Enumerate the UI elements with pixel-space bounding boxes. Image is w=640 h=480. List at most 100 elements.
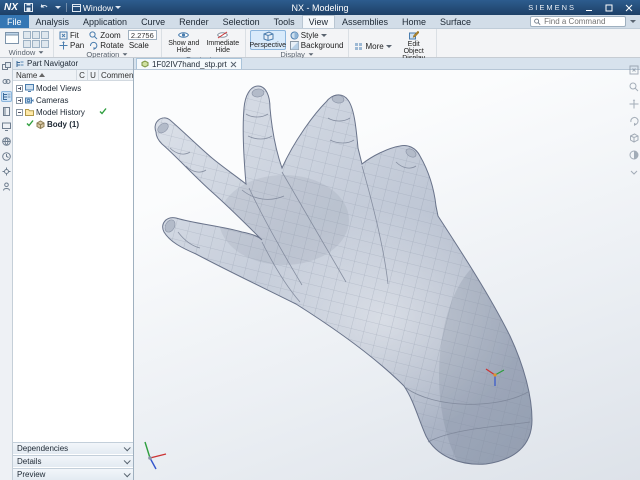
window-group-caret-icon	[39, 51, 44, 53]
reuse-library-icon[interactable]	[1, 106, 12, 117]
close-button[interactable]	[622, 2, 636, 13]
zoom-button[interactable]: Zoom	[88, 31, 125, 40]
undo-icon[interactable]	[39, 2, 50, 13]
web-browser-icon[interactable]	[1, 136, 12, 147]
expand-toolbar-icon[interactable]	[628, 166, 639, 177]
search-input[interactable]	[544, 17, 622, 26]
eye-slash-icon	[217, 31, 228, 39]
command-finder[interactable]	[530, 16, 626, 27]
chevron-down-icon	[124, 444, 131, 451]
save-icon[interactable]	[23, 2, 34, 13]
part-navigator-tree: Model Views Cameras Model History Body	[13, 81, 133, 441]
column-name[interactable]: Name	[13, 70, 77, 80]
edit-object-display-icon	[409, 31, 419, 40]
perspective-view-icon[interactable]	[628, 132, 639, 143]
tree-row-model-views[interactable]: Model Views	[13, 82, 133, 94]
tree-row-model-history[interactable]: Model History	[13, 106, 133, 118]
new-window-button[interactable]	[4, 30, 20, 48]
close-tab-icon[interactable]	[230, 61, 237, 68]
fit-button[interactable]: Fit	[58, 31, 85, 40]
zoom-icon[interactable]	[628, 81, 639, 92]
chevron-down-icon	[124, 470, 131, 477]
main-area: Part Navigator Name C U Comment Model Vi…	[0, 58, 640, 480]
minimize-ribbon-icon[interactable]	[630, 20, 636, 23]
preview-panel-header[interactable]: Preview	[13, 468, 133, 480]
perspective-cube-icon	[262, 31, 274, 41]
window-menu[interactable]: Window	[72, 3, 121, 13]
sort-ascending-icon	[39, 73, 45, 77]
tab-application[interactable]: Application	[76, 15, 134, 28]
tab-render[interactable]: Render	[172, 15, 216, 28]
column-comment[interactable]: Comment	[99, 71, 133, 80]
model-history-icon	[25, 108, 34, 116]
tab-analysis[interactable]: Analysis	[29, 15, 77, 28]
model-history-check-icon[interactable]	[99, 107, 107, 117]
tab-view[interactable]: View	[302, 15, 335, 28]
style-icon	[290, 31, 299, 40]
history-icon[interactable]	[1, 151, 12, 162]
part-navigator-icon[interactable]	[1, 91, 12, 102]
immediate-hide-button[interactable]: Immediate Hide	[205, 30, 241, 55]
titlebar-separator	[66, 3, 67, 12]
tree-row-body[interactable]: Body (1)	[13, 118, 133, 130]
part-file-tab[interactable]: 1F02IV7hand_stp.prt	[136, 58, 242, 69]
window-group-label[interactable]: Window	[4, 48, 49, 57]
details-panel-header[interactable]: Details	[13, 455, 133, 467]
hand-model	[134, 70, 640, 480]
window-layout-buttons[interactable]	[23, 31, 49, 48]
roles-icon[interactable]	[1, 181, 12, 192]
rotate-button[interactable]: Rotate	[88, 41, 125, 50]
show-and-hide-button[interactable]: Show and Hide	[166, 30, 202, 55]
column-c[interactable]: C	[77, 70, 88, 80]
process-studio-icon[interactable]	[1, 166, 12, 177]
collapse-icon[interactable]	[16, 109, 23, 116]
background-button[interactable]: Background	[289, 41, 345, 50]
tab-surface[interactable]: Surface	[433, 15, 478, 28]
rotate-icon	[89, 41, 98, 50]
style-button[interactable]: Style	[289, 31, 345, 40]
expand-icon[interactable]	[16, 97, 23, 104]
window-icon	[72, 4, 81, 12]
pan-button[interactable]: Pan	[58, 41, 85, 50]
view-triad	[145, 442, 166, 469]
ribbon-group-operation: Fit Pan Zoom Rotate	[54, 29, 162, 57]
scale-button[interactable]: Scale	[128, 41, 157, 50]
cameras-icon	[25, 96, 34, 104]
body-icon	[36, 120, 45, 129]
undo-dropdown-icon[interactable]	[55, 6, 61, 9]
dependencies-panel-header[interactable]: Dependencies	[13, 442, 133, 454]
nx-application-window: NX Window NX - Modeling SIEMENS File Ana…	[0, 0, 640, 480]
tab-tools[interactable]: Tools	[267, 15, 302, 28]
tab-selection[interactable]: Selection	[216, 15, 267, 28]
assembly-navigator-icon[interactable]	[1, 61, 12, 72]
pan-icon[interactable]	[628, 98, 639, 109]
shaded-view-icon[interactable]	[628, 149, 639, 160]
expand-icon[interactable]	[16, 85, 23, 92]
zoom-scale-value[interactable]: 2.2756	[128, 30, 157, 40]
chevron-down-icon	[124, 457, 131, 464]
perspective-button[interactable]: Perspective	[250, 30, 286, 50]
hd3d-tools-icon[interactable]	[1, 121, 12, 132]
graphics-window[interactable]: 1F02IV7hand_stp.prt	[134, 58, 640, 480]
pan-icon	[59, 41, 68, 50]
column-u[interactable]: U	[88, 70, 99, 80]
tab-assemblies[interactable]: Assemblies	[335, 15, 395, 28]
tab-home[interactable]: Home	[395, 15, 433, 28]
fit-view-icon[interactable]	[628, 64, 639, 75]
tab-curve[interactable]: Curve	[134, 15, 172, 28]
ribbon-empty-space	[437, 29, 640, 57]
part-navigator-panel: Part Navigator Name C U Comment Model Vi…	[13, 58, 134, 480]
maximize-button[interactable]	[602, 2, 616, 13]
rotate-icon[interactable]	[628, 115, 639, 126]
minimize-button[interactable]	[582, 2, 596, 13]
more-button[interactable]: More	[353, 42, 392, 51]
body-visibility-check-icon[interactable]	[26, 119, 34, 129]
tab-file[interactable]: File	[0, 15, 29, 28]
3d-viewport[interactable]	[134, 70, 640, 480]
part-navigator-header[interactable]: Part Navigator	[13, 58, 133, 70]
viewport-tab-bar: 1F02IV7hand_stp.prt	[134, 58, 640, 70]
fit-icon	[59, 31, 68, 40]
tree-row-cameras[interactable]: Cameras	[13, 94, 133, 106]
constraint-navigator-icon[interactable]	[1, 76, 12, 87]
ribbon-group-window: Window	[0, 29, 54, 57]
